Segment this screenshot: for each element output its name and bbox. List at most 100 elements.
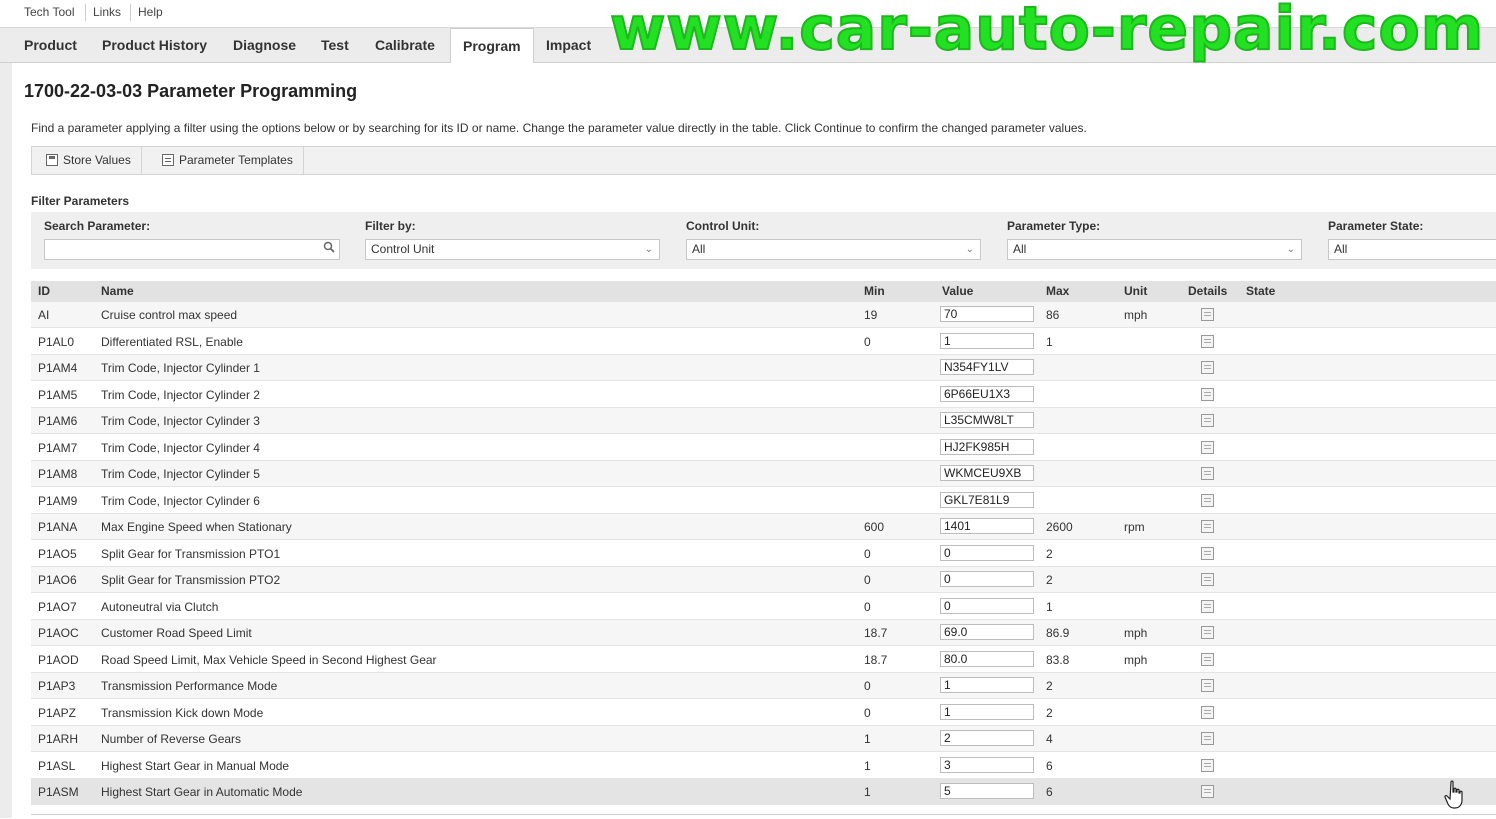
parameter-value-input[interactable]: 0 — [940, 571, 1034, 587]
details-icon[interactable] — [1201, 706, 1214, 719]
table-row[interactable]: P1AM6 Trim Code, Injector Cylinder 3 L35CM… — [31, 408, 1496, 434]
parameter-value-input[interactable]: 70 — [940, 306, 1034, 322]
details-icon[interactable] — [1201, 679, 1214, 692]
save-icon — [46, 154, 58, 166]
details-icon[interactable] — [1201, 361, 1214, 374]
details-icon[interactable] — [1201, 520, 1214, 533]
table-row[interactable]: P1AM7 Trim Code, Injector Cylinder 4 HJ2FK… — [31, 435, 1496, 461]
parameter-value-input[interactable]: 1 — [940, 677, 1034, 693]
parameter-templates-button[interactable]: Parameter Templates — [148, 147, 304, 174]
parameter-value-input[interactable]: 0 — [940, 545, 1034, 561]
menu-tech-tool[interactable]: Tech Tool — [20, 5, 78, 19]
parameter-max: 2600 — [1046, 520, 1073, 534]
table-row[interactable]: P1AM9 Trim Code, Injector Cylinder 6 GKL7E… — [31, 488, 1496, 514]
details-icon[interactable] — [1201, 626, 1214, 639]
tab-program[interactable]: Program — [450, 28, 534, 63]
column-header-state[interactable]: State — [1246, 284, 1275, 298]
parameter-value-input[interactable]: GKL7E81L9 — [940, 492, 1034, 508]
parameter-value-input[interactable]: L35CMW8LT — [940, 412, 1034, 428]
parameter-value-input[interactable]: 3 — [940, 757, 1034, 773]
table-row[interactable]: P1AM8 Trim Code, Injector Cylinder 5 WKMCE… — [31, 461, 1496, 487]
parameter-value-input[interactable]: N354FY1LV — [940, 359, 1034, 375]
column-header-max[interactable]: Max — [1046, 284, 1069, 298]
parameter-id: P1AP3 — [38, 679, 76, 693]
parameter-id: P1ASM — [38, 785, 79, 799]
details-icon[interactable] — [1201, 335, 1214, 348]
details-icon[interactable] — [1201, 414, 1214, 427]
details-icon[interactable] — [1201, 547, 1214, 560]
details-icon[interactable] — [1201, 653, 1214, 666]
parameter-value-input[interactable]: 1 — [940, 333, 1034, 349]
parameter-id: P1AOC — [38, 626, 79, 640]
parameter-type-select[interactable]: All ⌄ — [1007, 239, 1302, 260]
parameter-min: 0 — [864, 706, 871, 720]
table-row[interactable]: P1ASM Highest Start Gear in Automatic Mod… — [31, 779, 1496, 805]
tab-impact[interactable]: Impact — [534, 28, 603, 62]
parameter-value-input[interactable]: WKMCEU9XB — [940, 465, 1034, 481]
details-icon[interactable] — [1201, 494, 1214, 507]
table-row[interactable]: P1APZ Transmission Kick down Mode 0 1 2 — [31, 700, 1496, 726]
details-icon[interactable] — [1201, 441, 1214, 454]
parameter-state-value: All — [1334, 242, 1348, 256]
table-row[interactable]: P1AOD Road Speed Limit, Max Vehicle Speed… — [31, 647, 1496, 673]
parameter-state-label: Parameter State: — [1328, 219, 1424, 233]
filter-by-select[interactable]: Control Unit ⌄ — [365, 239, 660, 260]
parameter-name: Highest Start Gear in Automatic Mode — [101, 785, 303, 799]
column-header-details[interactable]: Details — [1188, 284, 1227, 298]
column-header-id[interactable]: ID — [38, 284, 50, 298]
parameter-id: P1AO5 — [38, 547, 77, 561]
column-header-min[interactable]: Min — [864, 284, 885, 298]
tab-product[interactable]: Product — [12, 28, 89, 62]
table-row[interactable]: P1AL0 Differentiated RSL, Enable 0 1 1 — [31, 329, 1496, 355]
parameter-state-select[interactable]: All — [1328, 239, 1496, 260]
details-icon[interactable] — [1201, 759, 1214, 772]
table-row[interactable]: P1ANA Max Engine Speed when Stationary 600… — [31, 514, 1496, 540]
column-header-unit[interactable]: Unit — [1124, 284, 1147, 298]
table-row[interactable]: P1AO6 Split Gear for Transmission PTO2 0 0 2 — [31, 567, 1496, 593]
table-row[interactable]: P1AM5 Trim Code, Injector Cylinder 2 6P66E… — [31, 382, 1496, 408]
parameter-value-input[interactable]: 2 — [940, 730, 1034, 746]
store-values-button[interactable]: Store Values — [32, 147, 142, 174]
tab-test[interactable]: Test — [309, 28, 361, 62]
parameter-value-input[interactable]: 1 — [940, 704, 1034, 720]
tab-product-history[interactable]: Product History — [90, 28, 219, 62]
table-row[interactable]: P1AP3 Transmission Performance Mode 0 1 2 — [31, 673, 1496, 699]
details-icon[interactable] — [1201, 785, 1214, 798]
parameter-max: 6 — [1046, 759, 1053, 773]
table-row[interactable]: P1AM4 Trim Code, Injector Cylinder 1 N354F… — [31, 355, 1496, 381]
table-row[interactable]: P1AOC Customer Road Speed Limit 18.7 69.0 86… — [31, 620, 1496, 646]
search-icon[interactable] — [323, 241, 335, 253]
parameter-value-input[interactable]: 5 — [940, 783, 1034, 799]
parameter-value-input[interactable]: 0 — [940, 598, 1034, 614]
search-parameter-input[interactable] — [44, 239, 340, 260]
parameter-unit: mph — [1124, 308, 1148, 322]
details-icon[interactable] — [1201, 308, 1214, 321]
column-header-value[interactable]: Value — [942, 284, 973, 298]
menu-help[interactable]: Help — [134, 5, 167, 19]
parameter-value-input[interactable]: 69.0 — [940, 624, 1034, 640]
details-icon[interactable] — [1201, 600, 1214, 613]
parameter-max: 86 — [1046, 308, 1060, 322]
table-row[interactable]: P1ARH Number of Reverse Gears 1 2 4 — [31, 726, 1496, 752]
details-icon[interactable] — [1201, 467, 1214, 480]
table-row[interactable]: P1AO5 Split Gear for Transmission PTO1 0 0 2 — [31, 541, 1496, 567]
parameter-value-input[interactable]: 1401 — [940, 518, 1034, 534]
table-row[interactable]: P1ASL Highest Start Gear in Manual Mode 1 3… — [31, 753, 1496, 779]
parameter-unit: mph — [1124, 653, 1148, 667]
parameter-id: P1AM5 — [38, 388, 78, 402]
column-header-name[interactable]: Name — [101, 284, 134, 298]
control-unit-select[interactable]: All ⌄ — [686, 239, 981, 260]
table-row[interactable]: P1AO7 Autoneutral via Clutch 0 0 1 — [31, 594, 1496, 620]
details-icon[interactable] — [1201, 732, 1214, 745]
details-icon[interactable] — [1201, 388, 1214, 401]
tab-diagnose[interactable]: Diagnose — [221, 28, 308, 62]
parameter-name: Split Gear for Transmission PTO2 — [101, 573, 281, 587]
parameter-value-input[interactable]: HJ2FK985H — [940, 439, 1034, 455]
tab-calibrate[interactable]: Calibrate — [363, 28, 447, 62]
table-row[interactable]: AI Cruise control max speed 19 70 86 mph — [31, 302, 1496, 328]
chevron-down-icon: ⌄ — [644, 244, 653, 255]
menu-links[interactable]: Links — [89, 5, 125, 19]
details-icon[interactable] — [1201, 573, 1214, 586]
parameter-value-input[interactable]: 6P66EU1X3 — [940, 386, 1034, 402]
parameter-value-input[interactable]: 80.0 — [940, 651, 1034, 667]
